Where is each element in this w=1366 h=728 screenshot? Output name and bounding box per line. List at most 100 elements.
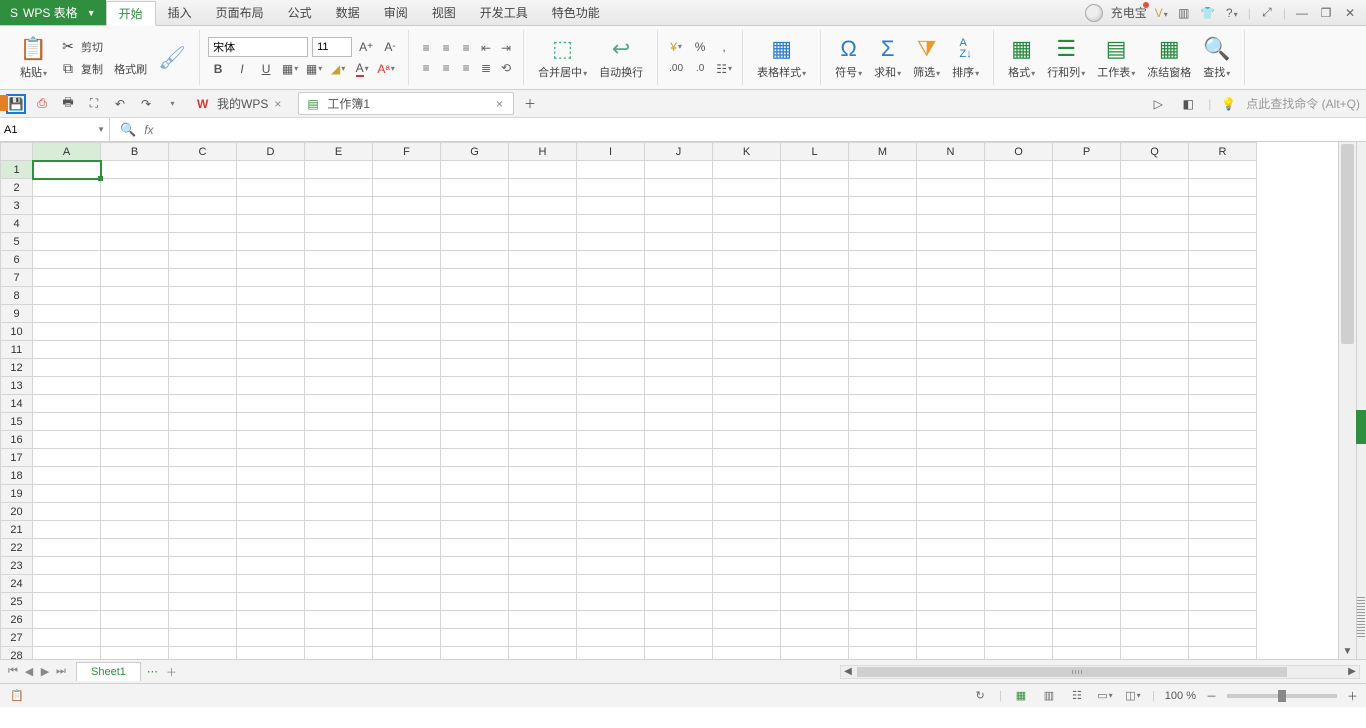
cell[interactable] xyxy=(849,575,917,593)
name-box[interactable]: ▼ xyxy=(0,118,110,141)
cell[interactable] xyxy=(985,485,1053,503)
cell[interactable] xyxy=(1189,269,1257,287)
cell[interactable] xyxy=(917,323,985,341)
sheet-menu-button[interactable]: ⋯ xyxy=(147,665,160,678)
cell[interactable] xyxy=(1189,341,1257,359)
cell[interactable] xyxy=(1189,557,1257,575)
cell[interactable] xyxy=(917,557,985,575)
cell[interactable] xyxy=(509,233,577,251)
cell[interactable] xyxy=(645,467,713,485)
cell[interactable] xyxy=(509,503,577,521)
cell[interactable] xyxy=(33,449,101,467)
indent-increase[interactable]: ⇥ xyxy=(497,39,515,57)
cut-button[interactable]: ✂剪切 xyxy=(57,37,149,57)
cell[interactable] xyxy=(713,503,781,521)
cell[interactable] xyxy=(33,251,101,269)
align-bottom-right[interactable]: ≡ xyxy=(457,59,475,77)
cell[interactable] xyxy=(33,413,101,431)
cell[interactable] xyxy=(1121,485,1189,503)
cell[interactable] xyxy=(169,521,237,539)
cell[interactable] xyxy=(1189,449,1257,467)
cell[interactable] xyxy=(441,485,509,503)
cell[interactable] xyxy=(305,305,373,323)
row-header[interactable]: 6 xyxy=(1,251,33,269)
cell[interactable] xyxy=(645,269,713,287)
menu-tab-1[interactable]: 插入 xyxy=(156,0,204,25)
table-style-button[interactable]: ▦ 表格样式▾ xyxy=(751,34,812,82)
cell[interactable] xyxy=(101,341,169,359)
cell[interactable] xyxy=(305,179,373,197)
cell[interactable] xyxy=(849,611,917,629)
cell[interactable] xyxy=(1053,485,1121,503)
cell[interactable] xyxy=(237,521,305,539)
cell[interactable] xyxy=(169,413,237,431)
cell[interactable] xyxy=(781,395,849,413)
cell[interactable] xyxy=(169,179,237,197)
cell[interactable] xyxy=(577,575,645,593)
cell[interactable] xyxy=(781,251,849,269)
cell[interactable] xyxy=(101,413,169,431)
cell[interactable] xyxy=(577,611,645,629)
cell[interactable] xyxy=(1053,467,1121,485)
cell[interactable] xyxy=(985,287,1053,305)
cell[interactable] xyxy=(577,413,645,431)
cell[interactable] xyxy=(781,431,849,449)
cell[interactable] xyxy=(237,485,305,503)
cell[interactable] xyxy=(373,413,441,431)
file-menu-tab[interactable] xyxy=(0,95,8,111)
col-header[interactable]: L xyxy=(781,143,849,161)
cell[interactable] xyxy=(1189,377,1257,395)
cell[interactable] xyxy=(441,593,509,611)
indent-decrease[interactable]: ⇤ xyxy=(477,39,495,57)
cell[interactable] xyxy=(577,323,645,341)
font-size-select[interactable] xyxy=(312,37,352,57)
cell[interactable] xyxy=(169,467,237,485)
cell[interactable] xyxy=(1121,647,1189,660)
cell[interactable] xyxy=(509,485,577,503)
redo-button[interactable]: ↷ xyxy=(136,94,156,114)
col-header[interactable]: I xyxy=(577,143,645,161)
cell[interactable] xyxy=(781,593,849,611)
cell[interactable] xyxy=(781,467,849,485)
cell[interactable] xyxy=(101,215,169,233)
cell[interactable] xyxy=(169,161,237,179)
cell[interactable] xyxy=(373,395,441,413)
user-name[interactable]: 充电宝 xyxy=(1111,4,1147,21)
cell[interactable] xyxy=(33,557,101,575)
cell[interactable] xyxy=(101,251,169,269)
cell[interactable] xyxy=(849,413,917,431)
cell[interactable] xyxy=(373,647,441,660)
cell[interactable] xyxy=(509,611,577,629)
cell[interactable] xyxy=(237,647,305,660)
cell[interactable] xyxy=(713,323,781,341)
cell[interactable] xyxy=(985,359,1053,377)
row-header[interactable]: 24 xyxy=(1,575,33,593)
cell[interactable] xyxy=(1189,161,1257,179)
cell[interactable] xyxy=(169,305,237,323)
doc-tab-mywps[interactable]: W 我的WPS × xyxy=(188,92,292,115)
cell[interactable] xyxy=(917,611,985,629)
cell[interactable] xyxy=(33,161,101,179)
cell[interactable] xyxy=(305,485,373,503)
cell[interactable] xyxy=(1053,449,1121,467)
cell[interactable] xyxy=(849,377,917,395)
col-header[interactable]: M xyxy=(849,143,917,161)
row-header[interactable]: 17 xyxy=(1,449,33,467)
col-header[interactable]: O xyxy=(985,143,1053,161)
cell[interactable] xyxy=(1189,215,1257,233)
cell[interactable] xyxy=(441,215,509,233)
cell[interactable] xyxy=(917,395,985,413)
cell[interactable] xyxy=(305,539,373,557)
cell[interactable] xyxy=(33,269,101,287)
cell[interactable] xyxy=(985,233,1053,251)
cell[interactable] xyxy=(849,305,917,323)
row-header[interactable]: 14 xyxy=(1,395,33,413)
cell[interactable] xyxy=(781,377,849,395)
cell[interactable] xyxy=(917,269,985,287)
cell[interactable] xyxy=(101,305,169,323)
cell[interactable] xyxy=(33,395,101,413)
cell[interactable] xyxy=(237,269,305,287)
side-panel-handle[interactable] xyxy=(1356,410,1366,444)
cell[interactable] xyxy=(1053,611,1121,629)
avatar-icon[interactable] xyxy=(1085,4,1103,22)
